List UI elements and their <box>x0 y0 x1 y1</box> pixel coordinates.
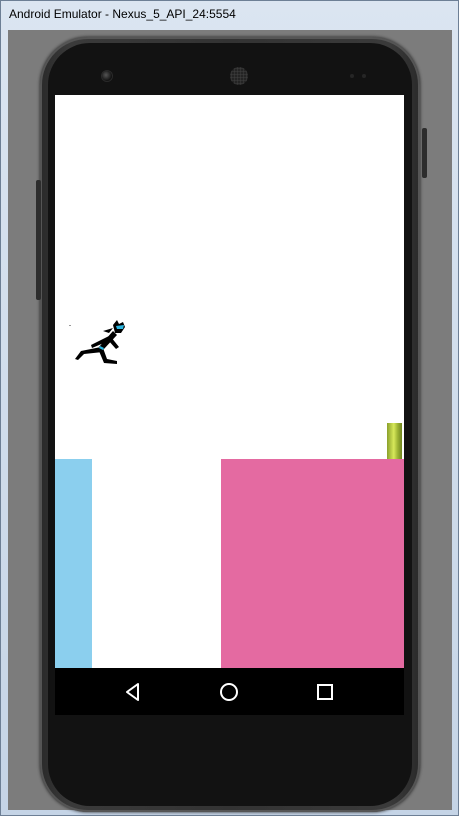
emulator-window: Android Emulator - Nexus_5_API_24:5554 <box>0 0 459 816</box>
earpiece-speaker-icon <box>230 67 248 85</box>
green-pipe-obstacle <box>387 423 402 459</box>
title-bar[interactable]: Android Emulator - Nexus_5_API_24:5554 <box>1 1 458 29</box>
home-circle-icon <box>220 683 238 701</box>
android-navigation-bar <box>55 668 404 715</box>
volume-button[interactable] <box>36 180 41 300</box>
dust-particle <box>69 325 71 326</box>
recents-button[interactable] <box>313 680 337 704</box>
device-screen[interactable] <box>55 95 404 715</box>
proximity-sensor-icon <box>350 74 354 78</box>
ninja-runner-character <box>75 320 125 364</box>
front-camera-icon <box>102 71 112 81</box>
window-title: Android Emulator - Nexus_5_API_24:5554 <box>9 7 236 21</box>
game-canvas[interactable] <box>55 95 404 668</box>
recents-square-icon <box>317 684 333 700</box>
back-button[interactable] <box>121 680 145 704</box>
power-button[interactable] <box>422 128 427 178</box>
home-button[interactable] <box>217 680 241 704</box>
blue-platform-block <box>55 459 92 668</box>
back-triangle-icon <box>126 683 139 701</box>
pink-platform-block <box>221 459 404 668</box>
light-sensor-icon <box>362 74 366 78</box>
